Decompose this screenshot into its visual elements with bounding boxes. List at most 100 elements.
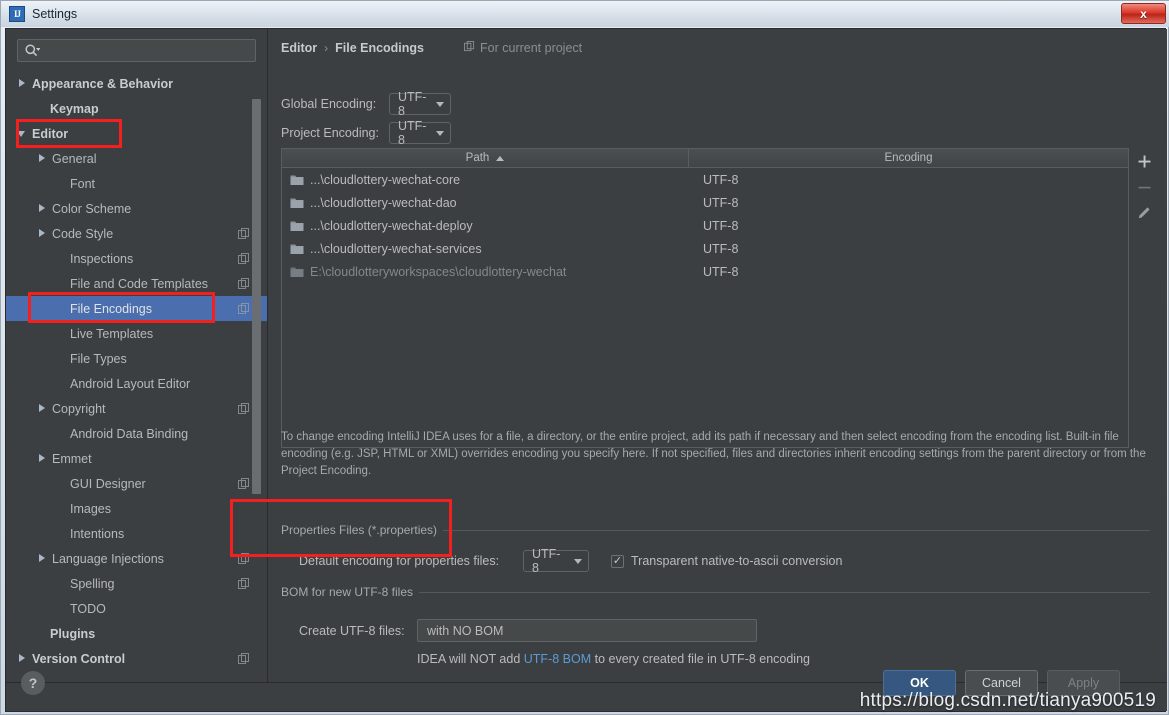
search-box[interactable] [17,39,256,62]
chevron-right-icon[interactable] [38,154,47,163]
chevron-right-icon[interactable] [18,654,27,663]
sidebar-item-copyright[interactable]: Copyright [6,396,267,421]
scope-indicator: For current project [464,41,582,55]
table-cell-encoding: UTF-8 [703,195,739,210]
create-utf8-dropdown[interactable]: with NO BOM [417,619,757,642]
sidebar-item-code-style[interactable]: Code Style [6,221,267,246]
scope-label: For current project [480,41,583,55]
table-cell-encoding: UTF-8 [703,218,739,233]
sidebar-item-label: Copyright [52,401,106,416]
sidebar-item-inspections[interactable]: Inspections [6,246,267,271]
chevron-right-icon[interactable] [38,554,47,563]
window-controls: x [1121,3,1166,24]
bom-group-title: BOM for new UTF-8 files [281,585,420,599]
transparent-conversion-checkbox[interactable]: ✓ Transparent native-to-ascii conversion [611,554,842,568]
table-row[interactable]: ...\cloudlottery-wechat-dao UTF-8 [282,191,1128,214]
sidebar-item-keymap[interactable]: Keymap [6,96,267,121]
sidebar-item-plugins[interactable]: Plugins [6,621,267,646]
project-scope-icon [238,652,250,665]
table-row[interactable]: E:\cloudlotteryworkspaces\cloudlottery-w… [282,260,1128,283]
sidebar-item-editor[interactable]: Editor [6,121,267,146]
sidebar-item-images[interactable]: Images [6,496,267,521]
chevron-right-icon[interactable] [38,454,47,463]
project-scope-icon [238,577,250,590]
close-icon[interactable]: x [1121,3,1166,24]
table-row[interactable]: ...\cloudlottery-wechat-deploy UTF-8 [282,214,1128,237]
chevron-right-icon[interactable] [18,79,27,88]
path-name: cloudlottery-wechat [458,264,567,279]
chevron-right-icon[interactable] [38,204,47,213]
utf8-bom-link[interactable]: UTF-8 BOM [524,652,591,666]
settings-dialog: Appearance & Behavior Keymap Editor General… [5,28,1167,712]
chevron-right-icon[interactable] [38,229,47,238]
settings-sidebar: Appearance & Behavior Keymap Editor General… [6,29,268,684]
sidebar-item-language-injections[interactable]: Language Injections [6,546,267,571]
path-prefix: E:\cloudlotteryworkspaces\ [310,264,459,279]
sidebar-item-label: File Encodings [70,301,152,316]
help-button[interactable]: ? [21,671,45,695]
table-row[interactable]: ...\cloudlottery-wechat-core UTF-8 [282,168,1128,191]
create-utf8-label: Create UTF-8 files: [299,623,405,638]
sidebar-item-color-scheme[interactable]: Color Scheme [6,196,267,221]
bom-note: IDEA will NOT add UTF-8 BOM to every cre… [417,652,810,666]
project-encoding-value: UTF-8 [398,119,427,147]
table-cell-path: E:\cloudlotteryworkspaces\cloudlottery-w… [310,265,703,279]
sidebar-item-version-control[interactable]: Version Control [6,646,267,671]
sidebar-item-label: TODO [70,601,106,616]
sidebar-item-file-encodings[interactable]: File Encodings [6,296,267,321]
breadcrumb-parent[interactable]: Editor [281,41,317,55]
table-row[interactable]: ...\cloudlottery-wechat-services UTF-8 [282,237,1128,260]
sidebar-item-todo[interactable]: TODO [6,596,267,621]
table-header: Path Encoding [282,149,1128,168]
sidebar-item-file-and-code-templates[interactable]: File and Code Templates [6,271,267,296]
create-utf8-value: with NO BOM [427,623,504,638]
sidebar-item-live-templates[interactable]: Live Templates [6,321,267,346]
project-scope-icon [238,477,250,490]
properties-encoding-dropdown[interactable]: UTF-8 [523,547,589,575]
sidebar-item-spelling[interactable]: Spelling [6,571,267,596]
column-header-path[interactable]: Path [282,149,689,167]
edit-button[interactable] [1130,200,1158,226]
chevron-down-icon [436,130,444,136]
sidebar-scrollbar-thumb[interactable] [252,99,261,494]
table-toolbar [1130,148,1158,448]
folder-icon [290,220,304,232]
chevron-right-icon[interactable] [38,404,47,413]
global-encoding-value: UTF-8 [398,90,427,118]
table-cell-path: ...\cloudlottery-wechat-deploy [310,218,473,233]
project-scope-icon [238,302,250,315]
table-cell-path: ...\cloudlottery-wechat-core [310,172,461,187]
chevron-down-icon[interactable] [17,129,27,138]
project-encoding-dropdown[interactable]: UTF-8 [389,119,451,147]
properties-encoding-value: UTF-8 [532,547,561,575]
column-header-encoding[interactable]: Encoding [689,149,1128,167]
sidebar-item-gui-designer[interactable]: GUI Designer [6,471,267,496]
search-input[interactable] [40,43,255,58]
sidebar-item-label: Code Style [52,226,114,241]
sidebar-item-label: Intentions [70,526,125,541]
sidebar-item-font[interactable]: Font [6,171,267,196]
table-cell-path: ...\cloudlottery-wechat-dao [310,195,457,210]
global-encoding-dropdown[interactable]: UTF-8 [389,90,451,118]
project-scope-icon [238,227,250,240]
sidebar-item-label: Android Data Binding [70,426,189,441]
sidebar-item-file-types[interactable]: File Types [6,346,267,371]
project-scope-icon [238,552,250,565]
sidebar-item-emmet[interactable]: Emmet [6,446,267,471]
sidebar-item-appearance-behavior[interactable]: Appearance & Behavior [6,71,267,96]
sort-ascending-icon [496,155,505,161]
sidebar-item-intentions[interactable]: Intentions [6,521,267,546]
add-button[interactable] [1130,148,1158,174]
sidebar-item-android-data-binding[interactable]: Android Data Binding [6,421,267,446]
sidebar-item-general[interactable]: General [6,146,267,171]
remove-button[interactable] [1130,174,1158,200]
sidebar-item-android-layout-editor[interactable]: Android Layout Editor [6,371,267,396]
